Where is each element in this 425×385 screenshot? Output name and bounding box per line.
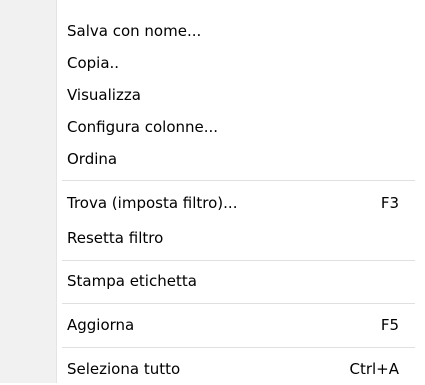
menu-item-shortcut: F3	[380, 194, 399, 212]
menu-separator	[62, 303, 415, 304]
menu-item-label: Visualizza	[67, 86, 141, 104]
menu-item-label: Seleziona tutto	[67, 360, 181, 378]
menu-item-resetta-filtro[interactable]: Resetta filtro	[57, 222, 415, 254]
menu-item-label: Ordina	[67, 150, 118, 168]
menu-item-label: Salva con nome...	[67, 22, 202, 40]
menu-item-salva-con-nome[interactable]: Salva con nome...	[57, 15, 415, 47]
menu-item-stampa-etichetta[interactable]: Stampa etichetta	[57, 265, 415, 297]
context-menu: Salva con nome... Copia.. Visualizza Con…	[0, 0, 425, 383]
menu-separator	[62, 347, 415, 348]
menu-item-shortcut: Ctrl+A	[349, 360, 399, 378]
menu-item-label: Aggiorna	[67, 316, 135, 334]
menu-item-label: Stampa etichetta	[67, 272, 197, 290]
menu-icon-gutter	[0, 0, 56, 383]
menu-item-label: Resetta filtro	[67, 229, 164, 247]
menu-item-ordina[interactable]: Ordina	[57, 143, 415, 175]
menu-item-visualizza[interactable]: Visualizza	[57, 79, 415, 111]
menu-separator	[62, 260, 415, 261]
menu-item-copia[interactable]: Copia..	[57, 47, 415, 79]
menu-item-shortcut: F5	[380, 316, 399, 334]
menu-item-trova[interactable]: Trova (imposta filtro)... F3	[57, 187, 415, 219]
menu-item-label: Copia..	[67, 54, 120, 72]
menu-item-label: Trova (imposta filtro)...	[67, 194, 238, 212]
menu-item-seleziona-tutto[interactable]: Seleziona tutto Ctrl+A	[57, 353, 415, 385]
menu-separator	[62, 180, 415, 181]
menu-item-label: Configura colonne...	[67, 118, 219, 136]
menu-item-configura-colonne[interactable]: Configura colonne...	[57, 111, 415, 143]
menu-item-aggiorna[interactable]: Aggiorna F5	[57, 309, 415, 341]
